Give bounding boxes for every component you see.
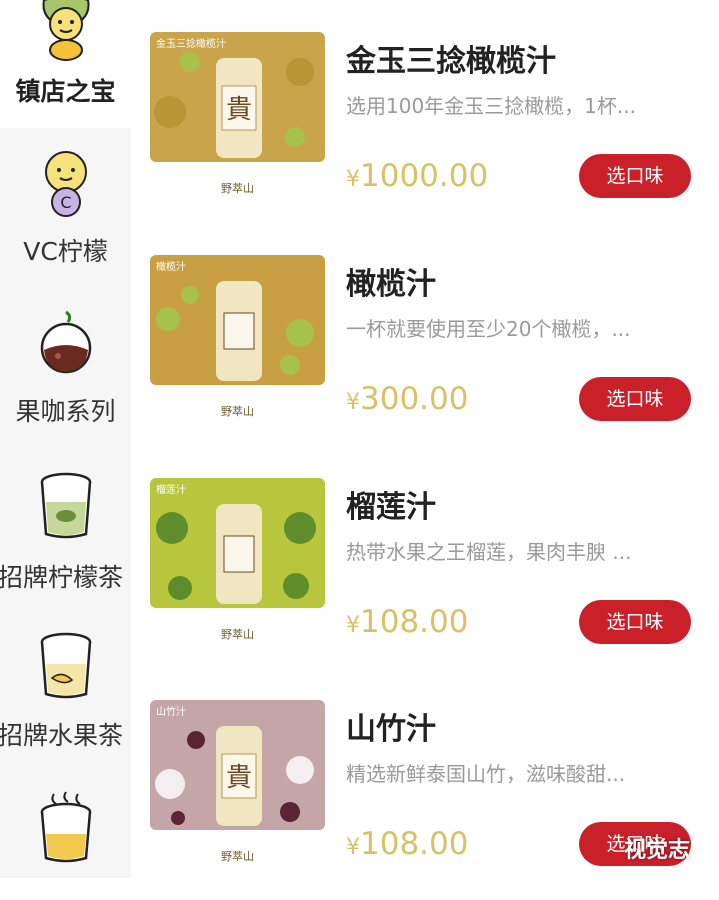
price-value: 108.00 [360,826,469,862]
watermark: 视觉志 [624,838,691,863]
product-image: 貴 山竹汁 [150,700,325,830]
price-value: 108.00 [360,604,469,640]
lemon-tea-cup-icon [38,472,94,544]
sidebar-item-label: 镇店之宝 [15,77,116,106]
product-image: 榴莲汁 [150,478,325,608]
svg-text:貴: 貴 [226,95,252,125]
product-name: 榴莲汁 [346,490,436,525]
price-value: 300.00 [360,381,469,417]
product-description: 热带水果之王榴莲，果肉丰腴 ... [346,540,632,564]
select-flavor-button[interactable]: 选口味 [579,600,691,644]
product-price: ¥1000.00 [346,158,488,194]
price-value: 1000.00 [360,158,489,194]
product-image: 橄榄汁 [150,255,325,385]
product-name: 金玉三捻橄榄汁 [346,44,556,79]
sidebar-item-signature[interactable]: 镇店之宝 [0,0,131,128]
vc-lemon-mascot-icon: C [38,150,94,224]
currency-symbol: ¥ [346,613,360,638]
product-name: 橄榄汁 [346,267,436,302]
select-flavor-button[interactable]: 选口味 [579,154,691,198]
currency-symbol: ¥ [346,390,360,415]
fruit-coffee-icon [38,310,94,380]
product-card[interactable]: 貴 金玉三捻橄榄汁 野萃山 金玉三捻橄榄汁 选用100年金玉三捻橄榄，1杯...… [150,32,710,232]
sidebar-item-vc-lemon[interactable]: C VC柠檬 [0,138,131,268]
product-description: 选用100年金玉三捻橄榄，1杯... [346,94,636,118]
product-image: 貴 金玉三捻橄榄汁 [150,32,325,162]
thumb-label: 橄榄汁 [156,260,186,273]
currency-symbol: ¥ [346,167,360,192]
product-card[interactable]: 橄榄汁 野萃山 橄榄汁 一杯就要使用至少20个橄榄，... ¥300.00 选口… [150,255,710,455]
product-card[interactable]: 榴莲汁 野萃山 榴莲汁 热带水果之王榴莲，果肉丰腴 ... ¥108.00 选口… [150,478,710,678]
sidebar-item-label: VC柠檬 [23,237,108,266]
hot-drink-cup-icon [38,790,94,868]
sidebar-item-label: 招牌水果茶 [0,721,123,750]
brand-logo: 野萃山 [221,850,254,863]
product-name: 山竹汁 [346,712,436,747]
sidebar-item-lemon-tea[interactable]: 招牌柠檬茶 [0,462,131,592]
brand-logo: 野萃山 [221,628,254,641]
fruit-tea-cup-icon [38,632,94,704]
thumb-label: 山竹汁 [156,705,186,718]
brand-logo: 野萃山 [221,405,254,418]
product-price: ¥108.00 [346,826,468,862]
mascot-lemon-icon [36,0,96,66]
thumb-label: 榴莲汁 [156,483,186,496]
svg-text:C: C [60,193,71,212]
sidebar-item-label: 招牌柠檬茶 [0,563,123,592]
category-sidebar: 镇店之宝 C VC柠檬 果咖系列 招牌柠檬茶 招牌水果茶 [0,0,131,878]
sidebar-item-hot-drinks[interactable] [0,782,131,878]
thumb-label: 金玉三捻橄榄汁 [156,37,226,50]
product-description: 一杯就要使用至少20个橄榄，... [346,317,631,341]
sidebar-item-fruit-coffee[interactable]: 果咖系列 [0,300,131,430]
product-price: ¥108.00 [346,604,468,640]
svg-text:貴: 貴 [226,763,252,793]
currency-symbol: ¥ [346,835,360,860]
product-description: 精选新鲜泰国山竹，滋味酸甜... [346,762,626,786]
sidebar-item-fruit-tea[interactable]: 招牌水果茶 [0,622,131,752]
product-price: ¥300.00 [346,381,468,417]
brand-logo: 野萃山 [221,182,254,195]
sidebar-item-label: 果咖系列 [15,397,116,426]
select-flavor-button[interactable]: 选口味 [579,377,691,421]
product-card[interactable]: 貴 山竹汁 野萃山 山竹汁 精选新鲜泰国山竹，滋味酸甜... ¥108.00 选… [150,700,710,900]
